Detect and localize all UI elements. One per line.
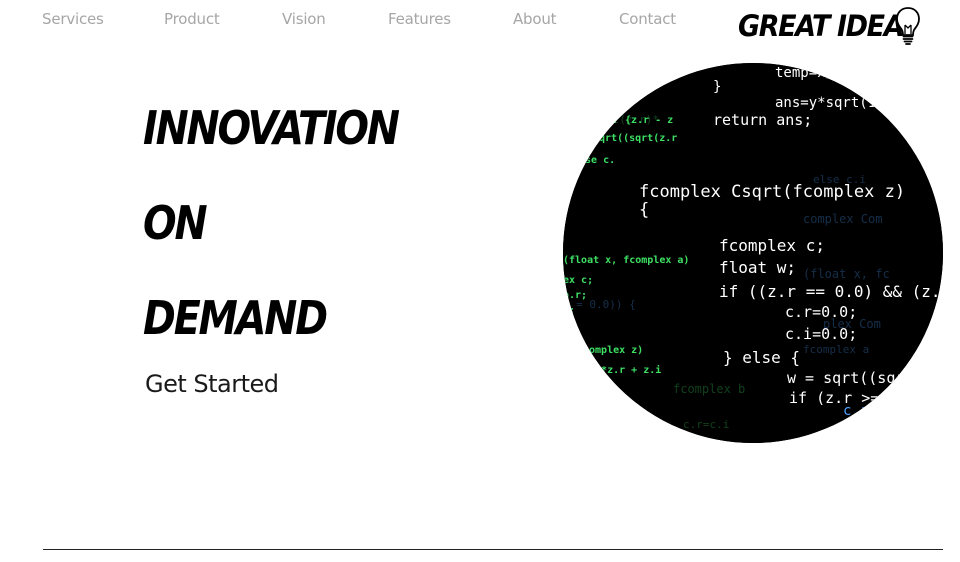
code-bg-text: complex Com: [803, 212, 882, 226]
code-bg-text: fcomplex a: [803, 343, 869, 356]
code-line: c.i=0.0;: [785, 325, 857, 343]
nav-link-features[interactable]: Features: [388, 10, 451, 28]
brand-logo[interactable]: GREAT IDEA: [738, 5, 920, 47]
code-line: } else {: [723, 348, 800, 367]
logo-text: GREAT IDEA: [738, 9, 905, 43]
code-line: w = sqrt((sqrt(z.r: [787, 369, 943, 387]
code-line: c.r=0.0;: [785, 303, 857, 321]
code-line: {: [639, 200, 649, 220]
code-image: sqrt((sqrt(z.r)* else c.i complex Com (f…: [563, 63, 943, 443]
code-bg-text: (float x, fc: [803, 267, 890, 281]
footer-divider: [43, 549, 943, 550]
nav-link-services[interactable]: Services: [42, 10, 104, 28]
nav-link-contact[interactable]: Contact: [619, 10, 676, 28]
get-started-link[interactable]: Get Started: [145, 370, 279, 398]
code-side-text: ex c;: [563, 275, 593, 286]
code-side-text: z.r*z.r + z.i: [583, 364, 661, 376]
code-line: temp=x/y;: [775, 65, 851, 81]
code-image-svg: sqrt((sqrt(z.r)* else c.i complex Com (f…: [563, 63, 943, 443]
code-side-text: (float x, fcomplex a): [563, 255, 689, 266]
landing-page: Services Product Vision Features About C…: [0, 0, 960, 562]
code-line: fcomplex Csqrt(fcomplex z): [639, 182, 905, 202]
hero-headline-line: ON: [143, 196, 208, 250]
nav-link-about[interactable]: About: [513, 10, 557, 28]
code-line: c.r: [843, 403, 868, 419]
code-line: fcomplex c;: [719, 236, 825, 255]
code-side-text: complex z): [583, 345, 643, 356]
nav-link-product[interactable]: Product: [164, 10, 220, 28]
code-line: float w;: [719, 258, 796, 277]
code-bg-text: c.r=c.i: [683, 418, 729, 431]
code-side-text: else c.: [573, 155, 615, 166]
code-side-text: sqrt((sqrt(z.r: [593, 133, 677, 144]
code-line: if ((z.r == 0.0) && (z.i == 0.0) {: [719, 282, 943, 301]
code-line: return ans;: [713, 111, 812, 129]
code-line: }: [713, 79, 721, 95]
code-side-text: a.r;: [563, 290, 587, 301]
code-line: ans=y*sqrt(1.0+temp*: [775, 95, 943, 111]
hero-headline-line: DEMAND: [143, 291, 328, 345]
hero-headline-line: INNOVATION: [143, 101, 400, 155]
code-bg-text: fcomplex b: [673, 382, 745, 396]
nav-link-vision[interactable]: Vision: [282, 10, 326, 28]
code-side-text: c;: [563, 305, 575, 316]
top-nav: Services Product Vision Features About C…: [0, 0, 700, 40]
lightbulb-icon: [896, 7, 920, 45]
code-side-text: r {z.r - z: [613, 115, 673, 126]
